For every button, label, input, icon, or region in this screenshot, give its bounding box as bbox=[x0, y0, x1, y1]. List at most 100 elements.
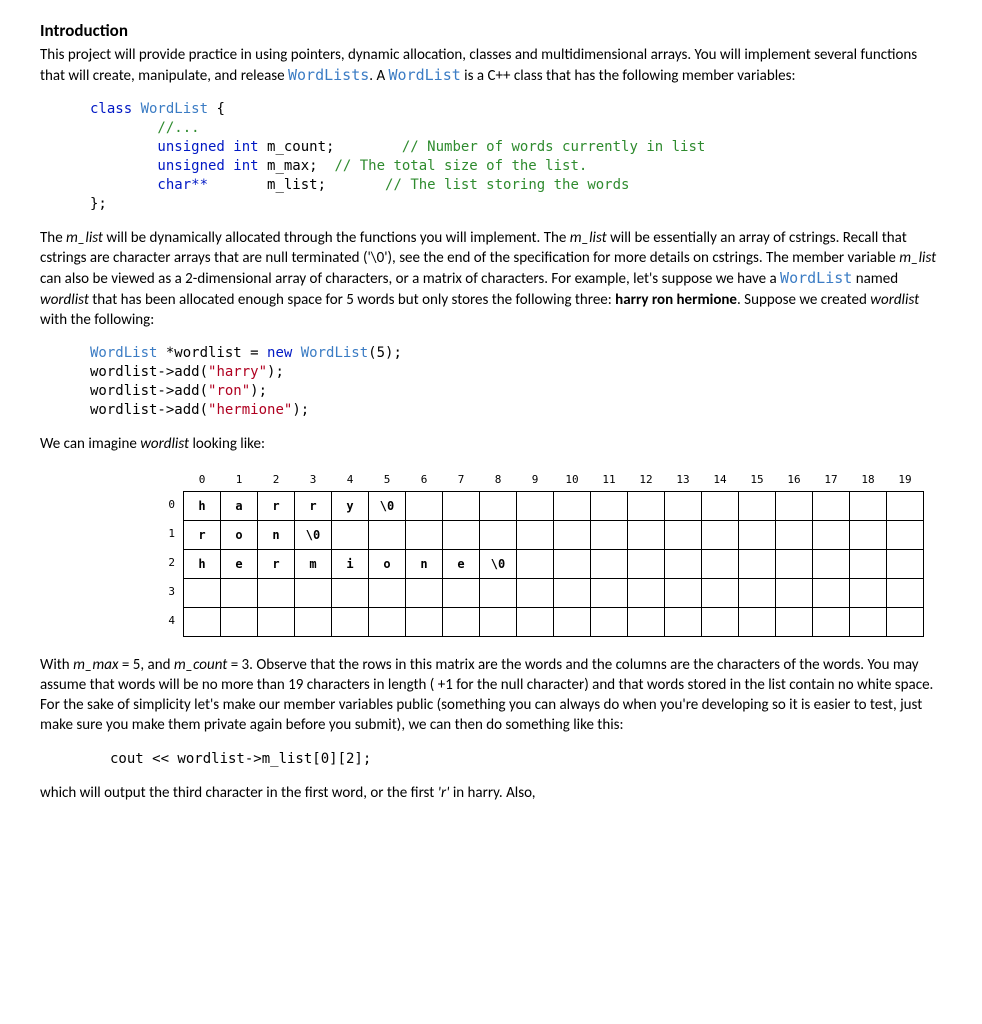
matrix-cell bbox=[517, 607, 554, 636]
matrix-cell bbox=[554, 549, 591, 578]
matrix-cell bbox=[295, 578, 332, 607]
col-header: 9 bbox=[517, 472, 554, 491]
text: . A bbox=[369, 67, 388, 85]
matrix-cell: h bbox=[184, 491, 221, 520]
matrix-cell bbox=[776, 549, 813, 578]
matrix-cell bbox=[702, 491, 739, 520]
col-header: 13 bbox=[665, 472, 702, 491]
comment: //... bbox=[90, 120, 200, 136]
kw-class: class bbox=[90, 101, 141, 117]
text: will be dynamically allocated through th… bbox=[103, 229, 570, 247]
matrix-cell bbox=[813, 491, 850, 520]
matrix-cell bbox=[258, 607, 295, 636]
var-wordlist: wordlist bbox=[870, 291, 919, 309]
var-mcount: m_count bbox=[174, 656, 227, 674]
matrix-cell bbox=[591, 520, 628, 549]
row-header: 0 bbox=[150, 491, 184, 520]
matrix-cell bbox=[369, 607, 406, 636]
matrix-cell bbox=[628, 607, 665, 636]
type-name: WordList bbox=[301, 345, 368, 361]
close-brace: }; bbox=[90, 196, 107, 212]
kw-type: unsigned int bbox=[90, 139, 267, 155]
matrix-cell bbox=[369, 578, 406, 607]
col-header: 16 bbox=[776, 472, 813, 491]
matrix-cell bbox=[221, 607, 258, 636]
comment: // Number of words currently in list bbox=[334, 139, 705, 155]
matrix-cell bbox=[406, 520, 443, 549]
matrix-cell bbox=[517, 549, 554, 578]
matrix-cell bbox=[776, 520, 813, 549]
code-block-add: WordList *wordlist = new WordList(5); wo… bbox=[90, 344, 942, 420]
matrix-cell bbox=[702, 549, 739, 578]
comment: // The total size of the list. bbox=[318, 158, 588, 174]
string: "ron" bbox=[208, 383, 250, 399]
matrix-cell bbox=[665, 607, 702, 636]
row-header: 2 bbox=[150, 549, 184, 578]
matrix-cell bbox=[887, 607, 924, 636]
matrix-cell: e bbox=[221, 549, 258, 578]
text: The bbox=[40, 229, 66, 247]
col-header: 5 bbox=[369, 472, 406, 491]
member: m_list; bbox=[267, 177, 326, 193]
col-header: 10 bbox=[554, 472, 591, 491]
code: cout << wordlist->m_list[0][2]; bbox=[110, 751, 371, 767]
matrix-cell bbox=[887, 578, 924, 607]
code: wordlist->add( bbox=[90, 402, 208, 418]
text: can also be viewed as a 2-dimensional ar… bbox=[40, 270, 780, 288]
code: ); bbox=[250, 383, 267, 399]
matrix-cell bbox=[665, 491, 702, 520]
matrix-cell bbox=[850, 578, 887, 607]
type-name: WordList bbox=[141, 101, 208, 117]
matrix-cell: r bbox=[184, 520, 221, 549]
matrix-cell bbox=[813, 520, 850, 549]
matrix-cell bbox=[739, 491, 776, 520]
matrix-cell bbox=[813, 549, 850, 578]
matrix-cell bbox=[739, 607, 776, 636]
text: in harry. Also, bbox=[449, 784, 535, 802]
col-header: 17 bbox=[813, 472, 850, 491]
type-wordlists: WordLists bbox=[288, 66, 369, 84]
text: looking like: bbox=[189, 435, 265, 453]
matrix-cell: \0 bbox=[480, 549, 517, 578]
row-header: 1 bbox=[150, 520, 184, 549]
type-name: WordList bbox=[90, 345, 166, 361]
matrix-cell bbox=[665, 520, 702, 549]
matrix-cell bbox=[295, 607, 332, 636]
row-header: 3 bbox=[150, 578, 184, 607]
col-header: 3 bbox=[295, 472, 332, 491]
matrix-cell bbox=[184, 607, 221, 636]
matrix-cell bbox=[406, 491, 443, 520]
matrix-cell bbox=[665, 578, 702, 607]
code: wordlist->add( bbox=[90, 364, 208, 380]
type-wordlist: WordList bbox=[780, 269, 852, 287]
matrix-cell: n bbox=[258, 520, 295, 549]
matrix-cell bbox=[887, 549, 924, 578]
string: "harry" bbox=[208, 364, 267, 380]
text: We can imagine bbox=[40, 435, 140, 453]
char-r: 'r' bbox=[438, 784, 450, 802]
code: *wordlist = bbox=[166, 345, 267, 361]
text: . Suppose we created bbox=[737, 291, 870, 309]
matrix-cell bbox=[369, 520, 406, 549]
matrix-cell bbox=[776, 578, 813, 607]
var-mlist: m_list bbox=[66, 229, 103, 247]
intro-paragraph-1: This project will provide practice in us… bbox=[40, 45, 942, 87]
type-wordlist: WordList bbox=[389, 66, 461, 84]
matrix-cell bbox=[628, 578, 665, 607]
matrix-cell bbox=[554, 491, 591, 520]
col-header: 12 bbox=[628, 472, 665, 491]
matrix-cell bbox=[332, 578, 369, 607]
text: with the following: bbox=[40, 311, 154, 329]
matrix-cell bbox=[813, 607, 850, 636]
matrix-cell bbox=[850, 491, 887, 520]
matrix-cell bbox=[591, 578, 628, 607]
matrix-cell: y bbox=[332, 491, 369, 520]
var-mlist: m_list bbox=[570, 229, 607, 247]
matrix-cell bbox=[443, 520, 480, 549]
col-header: 19 bbox=[887, 472, 924, 491]
matrix-cell bbox=[406, 578, 443, 607]
matrix-cell bbox=[480, 578, 517, 607]
matrix-cell bbox=[702, 520, 739, 549]
text: = 5, and bbox=[119, 656, 174, 674]
matrix-cell: h bbox=[184, 549, 221, 578]
